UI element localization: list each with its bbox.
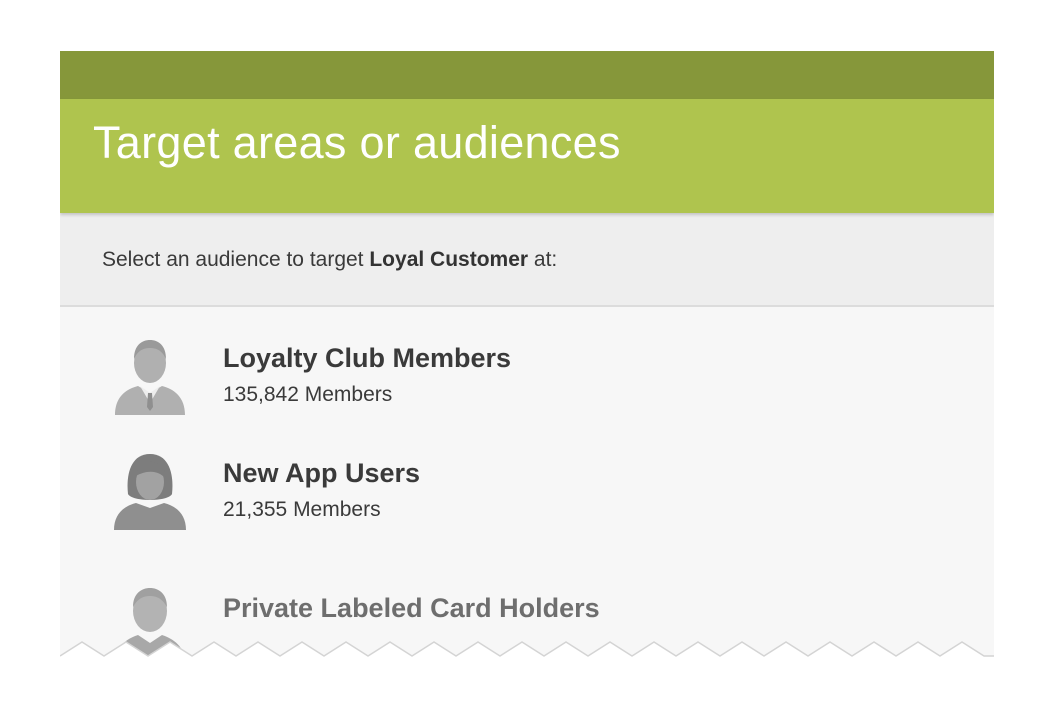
target-name: Loyal Customer [369,248,529,271]
audience-card: Target areas or audiences Select an audi… [60,51,994,662]
audience-count: 135,842 Members [223,383,393,406]
audience-name: Private Labeled Card Holders [223,593,600,623]
subheader-prefix: Select an audience to target [102,248,370,271]
female-user-icon [114,454,186,530]
list-item[interactable]: Loyalty Club Members 135,842 Members [60,327,994,437]
audience-name: New App Users [223,458,421,488]
page-title: Target areas or audiences [93,117,621,168]
audience-list: Loyalty Club Members 135,842 Members New… [60,307,994,662]
list-item[interactable]: New App Users 21,355 Members [60,442,994,552]
subheader: Select an audience to target Loyal Custo… [60,213,994,307]
audience-count: 21,355 Members [223,498,381,521]
subheader-suffix: at: [528,248,558,271]
title-bar: Target areas or audiences [60,99,994,213]
audience-name: Loyalty Club Members [223,343,512,373]
subheader-text: Select an audience to target Loyal Custo… [102,247,557,273]
male-user-icon [115,340,185,415]
status-bar [60,51,994,99]
torn-edge [60,641,994,662]
